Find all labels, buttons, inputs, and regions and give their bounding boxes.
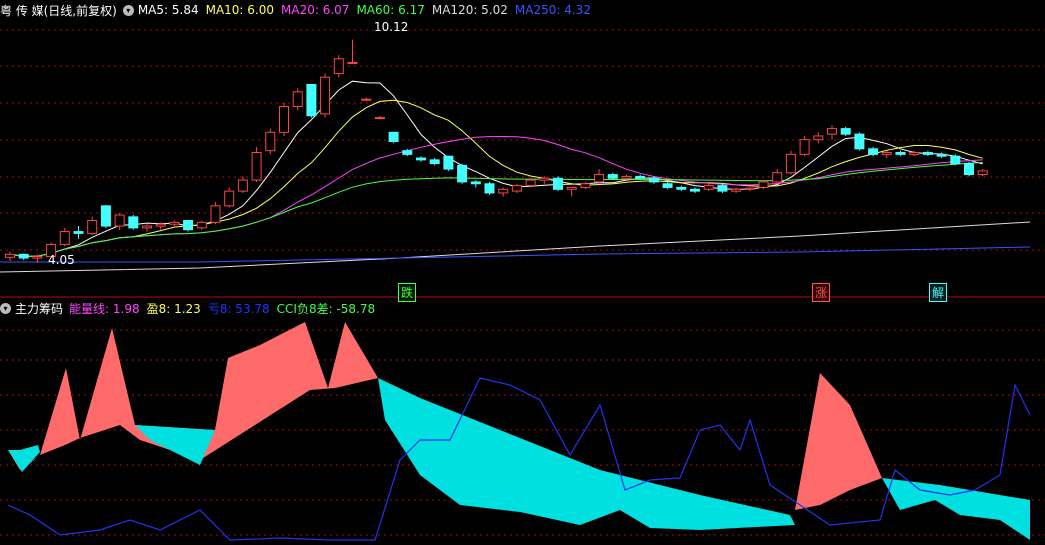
ma60-line — [9, 162, 983, 257]
candle-body — [785, 153, 796, 174]
energy-red-area — [795, 373, 882, 510]
candle-body — [648, 177, 659, 183]
candle-body — [511, 185, 522, 192]
candle-body — [251, 152, 262, 181]
candle-body — [607, 174, 618, 179]
candle-body — [717, 185, 728, 192]
candle-body — [279, 106, 289, 133]
candle-body — [566, 186, 577, 190]
candle-body — [539, 177, 550, 181]
candle-body — [333, 58, 344, 74]
energy-cyan-area — [135, 425, 215, 465]
candle-body — [964, 163, 974, 176]
candle-body — [32, 256, 43, 259]
candle-body — [922, 152, 933, 155]
candle-body — [854, 133, 865, 150]
candle-body — [690, 188, 700, 192]
candle-body — [772, 172, 783, 183]
candle-body — [621, 175, 632, 179]
candle-body — [183, 220, 194, 231]
candle-body — [553, 177, 563, 190]
energy-cyan-area — [378, 378, 795, 530]
candle-body — [210, 205, 221, 223]
candle-body — [895, 152, 906, 155]
candle-body — [320, 76, 331, 115]
candle-body — [388, 131, 399, 142]
candle-body — [416, 157, 426, 161]
candle-body — [909, 152, 920, 155]
candle-body — [128, 216, 139, 229]
candle-body — [484, 183, 495, 194]
marker-fall: 跌 — [398, 283, 417, 302]
marker-rise: 涨 — [812, 283, 831, 302]
low-price-label: 4.05 — [48, 253, 75, 267]
candle-body — [347, 61, 358, 64]
candle-body — [457, 164, 468, 183]
candle-body — [100, 205, 111, 227]
candle-body — [881, 152, 892, 155]
candle-body — [758, 181, 769, 188]
candle-body — [703, 185, 714, 190]
candle-body — [580, 183, 591, 188]
candle-body — [731, 188, 742, 192]
candle-body — [237, 179, 248, 192]
candle-body — [936, 153, 947, 157]
candle-body — [525, 179, 536, 187]
candle-body — [470, 181, 481, 185]
candle-body — [676, 186, 687, 190]
candle-body — [306, 84, 317, 117]
ma120-line — [0, 221, 1031, 273]
candle-body — [142, 225, 152, 229]
candle-body — [196, 221, 207, 229]
candle-body — [224, 190, 235, 207]
candle-body — [361, 98, 372, 101]
marker-unlock: 解 — [929, 283, 948, 302]
high-price-label: 10.12 — [374, 20, 409, 34]
candle-body — [18, 253, 29, 259]
candle-body — [635, 175, 646, 179]
candle-body — [799, 139, 810, 155]
candle-body — [744, 187, 755, 190]
candle-body — [429, 159, 440, 165]
candle-body — [827, 128, 837, 135]
candle-body — [662, 183, 673, 188]
candle-body — [840, 128, 851, 135]
candle-body — [374, 117, 385, 120]
candle-body — [950, 155, 961, 165]
candle-body — [169, 221, 180, 225]
candle-body — [498, 188, 509, 194]
candlestick-chart[interactable] — [0, 0, 1045, 545]
candle-body — [114, 214, 125, 227]
candle-body — [265, 131, 276, 152]
energy-cyan-area — [8, 445, 40, 472]
energy-cyan-area — [882, 478, 1030, 540]
ma5-line — [9, 80, 983, 257]
candle-body — [594, 174, 605, 183]
candle-body — [5, 253, 15, 258]
candle-body — [292, 91, 303, 108]
candle-body — [443, 155, 454, 170]
candle-body — [87, 220, 98, 234]
candle-body — [59, 231, 70, 245]
candle-body — [868, 148, 879, 155]
candle-body — [73, 231, 84, 234]
candle-body — [977, 170, 988, 176]
ma250-line — [0, 246, 1031, 263]
candle-body — [402, 150, 413, 155]
candle-body — [155, 223, 166, 227]
ma20-line — [9, 135, 983, 257]
candle-body — [813, 135, 824, 141]
